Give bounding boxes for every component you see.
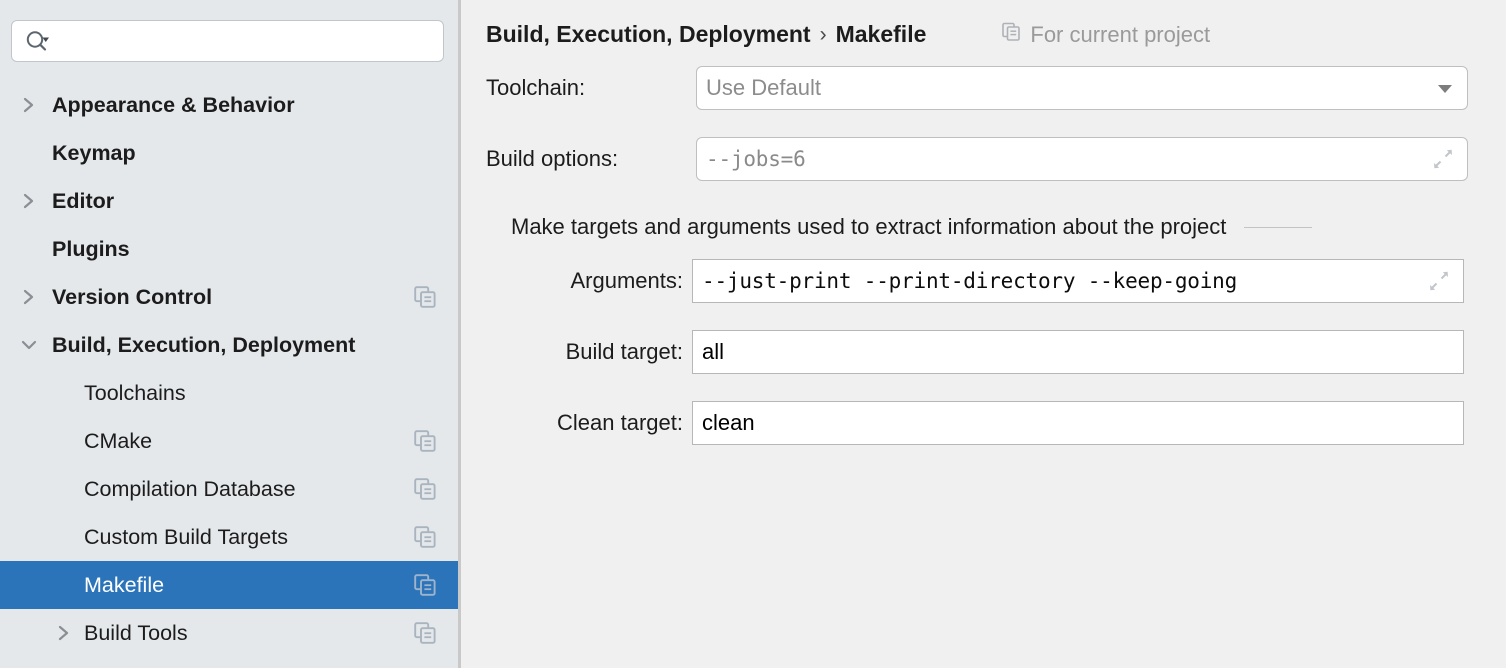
sidebar-item-version-control[interactable]: Version Control xyxy=(0,273,458,321)
sidebar-item-label: Version Control xyxy=(52,284,213,309)
project-scope-indicator: For current project xyxy=(1002,22,1210,48)
toolchain-value: Use Default xyxy=(706,75,821,100)
copy-settings-icon[interactable] xyxy=(414,286,436,308)
settings-tree: Appearance & Behavior Keymap Editor Plug… xyxy=(0,81,458,657)
search-input[interactable] xyxy=(11,20,444,62)
search-container xyxy=(0,0,458,62)
project-scope-icon xyxy=(1002,22,1022,47)
sidebar-item-build-tools[interactable]: Build Tools xyxy=(0,609,458,657)
section-divider xyxy=(1244,226,1313,228)
copy-settings-icon[interactable] xyxy=(414,622,436,644)
sidebar-item-label: Compilation Database xyxy=(84,476,296,501)
sidebar-item-build-execution-deployment[interactable]: Build, Execution, Deployment xyxy=(0,321,458,369)
sidebar-item-label: Build, Execution, Deployment xyxy=(52,332,356,357)
arguments-row: Arguments: --just-print --print-director… xyxy=(486,257,1506,305)
build-options-row: Build options: --jobs=6 xyxy=(486,135,1506,183)
sidebar-item-label: CMake xyxy=(84,428,153,453)
toolchain-label: Toolchain: xyxy=(486,75,586,100)
sidebar-item-custom-build-targets[interactable]: Custom Build Targets xyxy=(0,513,458,561)
project-scope-label: For current project xyxy=(1030,21,1211,47)
chevron-right-icon[interactable] xyxy=(19,287,39,307)
search-icon[interactable] xyxy=(25,29,51,53)
copy-settings-icon[interactable] xyxy=(414,574,436,596)
arguments-label: Arguments: xyxy=(570,268,684,293)
copy-settings-icon[interactable] xyxy=(414,526,436,548)
clean-target-row: Clean target: clean xyxy=(486,399,1506,447)
sidebar-item-compilation-database[interactable]: Compilation Database xyxy=(0,465,458,513)
copy-settings-icon[interactable] xyxy=(414,430,436,452)
arguments-input[interactable]: --just-print --print-directory --keep-go… xyxy=(692,259,1464,303)
sidebar-item-label: Makefile xyxy=(84,572,165,597)
build-target-value: all xyxy=(702,339,725,364)
sidebar-item-keymap[interactable]: Keymap xyxy=(0,129,458,177)
chevron-right-icon[interactable] xyxy=(54,623,74,643)
build-target-row: Build target: all xyxy=(486,328,1506,376)
sidebar-item-plugins[interactable]: Plugins xyxy=(0,225,458,273)
sidebar-item-label: Toolchains xyxy=(84,380,186,405)
chevron-right-icon[interactable] xyxy=(19,95,39,115)
clean-target-input[interactable]: clean xyxy=(692,401,1464,445)
sidebar-item-label: Editor xyxy=(52,188,115,213)
breadcrumb-separator-icon: › xyxy=(819,22,827,46)
sidebar-item-label: Appearance & Behavior xyxy=(52,92,295,117)
sidebar-item-toolchains[interactable]: Toolchains xyxy=(0,369,458,417)
expand-icon[interactable] xyxy=(1425,267,1453,295)
breadcrumb-item-category[interactable]: Build, Execution, Deployment xyxy=(486,21,811,48)
copy-settings-icon[interactable] xyxy=(414,478,436,500)
sidebar-item-label: Keymap xyxy=(52,140,136,165)
build-options-label: Build options: xyxy=(486,146,619,171)
chevron-down-icon[interactable] xyxy=(19,335,39,355)
arguments-value: --just-print --print-directory --keep-go… xyxy=(702,269,1238,293)
sidebar-item-appearance-behavior[interactable]: Appearance & Behavior xyxy=(0,81,458,129)
sidebar-item-editor[interactable]: Editor xyxy=(0,177,458,225)
breadcrumb-item-page: Makefile xyxy=(835,21,927,47)
build-options-value: --jobs=6 xyxy=(706,147,806,171)
toolchain-row: Toolchain: Use Default xyxy=(486,64,1506,112)
sidebar-item-label: Custom Build Targets xyxy=(84,524,288,549)
expand-icon[interactable] xyxy=(1429,145,1457,173)
breadcrumb: Build, Execution, Deployment › Makefile … xyxy=(461,0,1506,50)
toolchain-select[interactable]: Use Default xyxy=(696,66,1468,110)
sidebar-item-label: Plugins xyxy=(52,236,130,261)
sidebar-item-label: Build Tools xyxy=(84,620,188,645)
build-target-label: Build target: xyxy=(565,339,683,364)
settings-content-panel: Build, Execution, Deployment › Makefile … xyxy=(461,0,1506,668)
clean-target-label: Clean target: xyxy=(557,410,683,435)
make-targets-section-header: Make targets and arguments used to extra… xyxy=(486,214,1506,240)
chevron-down-icon[interactable] xyxy=(1433,76,1457,100)
settings-sidebar: Appearance & Behavior Keymap Editor Plug… xyxy=(0,0,461,668)
sidebar-item-cmake[interactable]: CMake xyxy=(0,417,458,465)
sidebar-item-makefile[interactable]: Makefile xyxy=(0,561,458,609)
chevron-right-icon[interactable] xyxy=(19,191,39,211)
makefile-settings-form: Toolchain: Use Default Build options: --… xyxy=(461,50,1506,447)
build-options-input[interactable]: --jobs=6 xyxy=(696,137,1468,181)
section-title: Make targets and arguments used to extra… xyxy=(511,214,1227,239)
settings-dialog: Appearance & Behavior Keymap Editor Plug… xyxy=(0,0,1506,668)
clean-target-value: clean xyxy=(702,410,755,435)
build-target-input[interactable]: all xyxy=(692,330,1464,374)
